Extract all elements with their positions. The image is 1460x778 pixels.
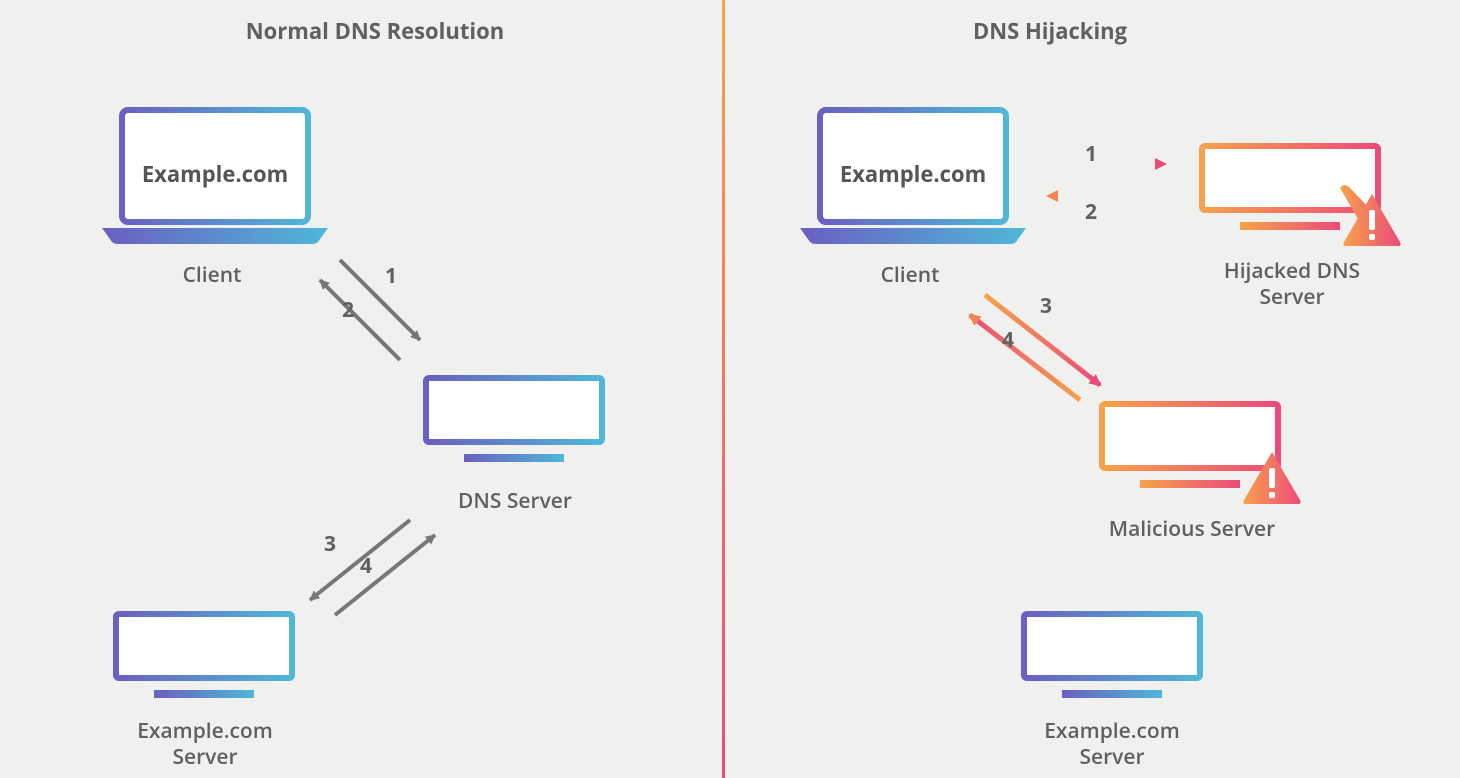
real-origin-server-icon bbox=[1018, 608, 1208, 708]
label-origin-server: Example.com Server bbox=[105, 718, 305, 771]
hijack-step-1: 1 bbox=[1085, 140, 1097, 168]
step-2: 2 bbox=[342, 296, 354, 324]
label-real-origin: Example.com Server bbox=[1012, 718, 1212, 771]
center-divider bbox=[720, 0, 728, 778]
arrows-client-hijacked bbox=[1040, 146, 1190, 216]
label-malicious-server: Malicious Server bbox=[1092, 516, 1292, 542]
arrows-dns-origin bbox=[280, 490, 470, 630]
origin-server-icon bbox=[110, 608, 300, 708]
title-normal: Normal DNS Resolution bbox=[245, 18, 505, 46]
diagram-stage: Normal DNS Resolution Example.com Client… bbox=[0, 0, 1460, 778]
client-url: Example.com bbox=[142, 159, 288, 189]
title-hijack: DNS Hijacking bbox=[920, 18, 1180, 46]
step-3: 3 bbox=[324, 530, 336, 558]
hijacked-dns-server-icon bbox=[1196, 140, 1406, 250]
client-laptop-icon: Example.com bbox=[100, 106, 330, 246]
dns-server-icon bbox=[420, 372, 610, 472]
malicious-server-icon bbox=[1096, 398, 1306, 508]
step-1: 1 bbox=[385, 262, 397, 290]
step-4: 4 bbox=[360, 552, 372, 580]
label-client: Client bbox=[112, 262, 312, 288]
label-hijacked-dns: Hijacked DNS Server bbox=[1192, 258, 1392, 311]
hijack-client-laptop-icon: Example.com bbox=[798, 106, 1028, 246]
arrows-client-malicious bbox=[960, 270, 1140, 410]
hijack-step-3: 3 bbox=[1040, 292, 1052, 320]
hijack-client-url: Example.com bbox=[840, 159, 986, 189]
hijack-step-4: 4 bbox=[1002, 326, 1014, 354]
hijack-step-2: 2 bbox=[1085, 198, 1097, 226]
arrows-client-dns bbox=[300, 240, 470, 380]
